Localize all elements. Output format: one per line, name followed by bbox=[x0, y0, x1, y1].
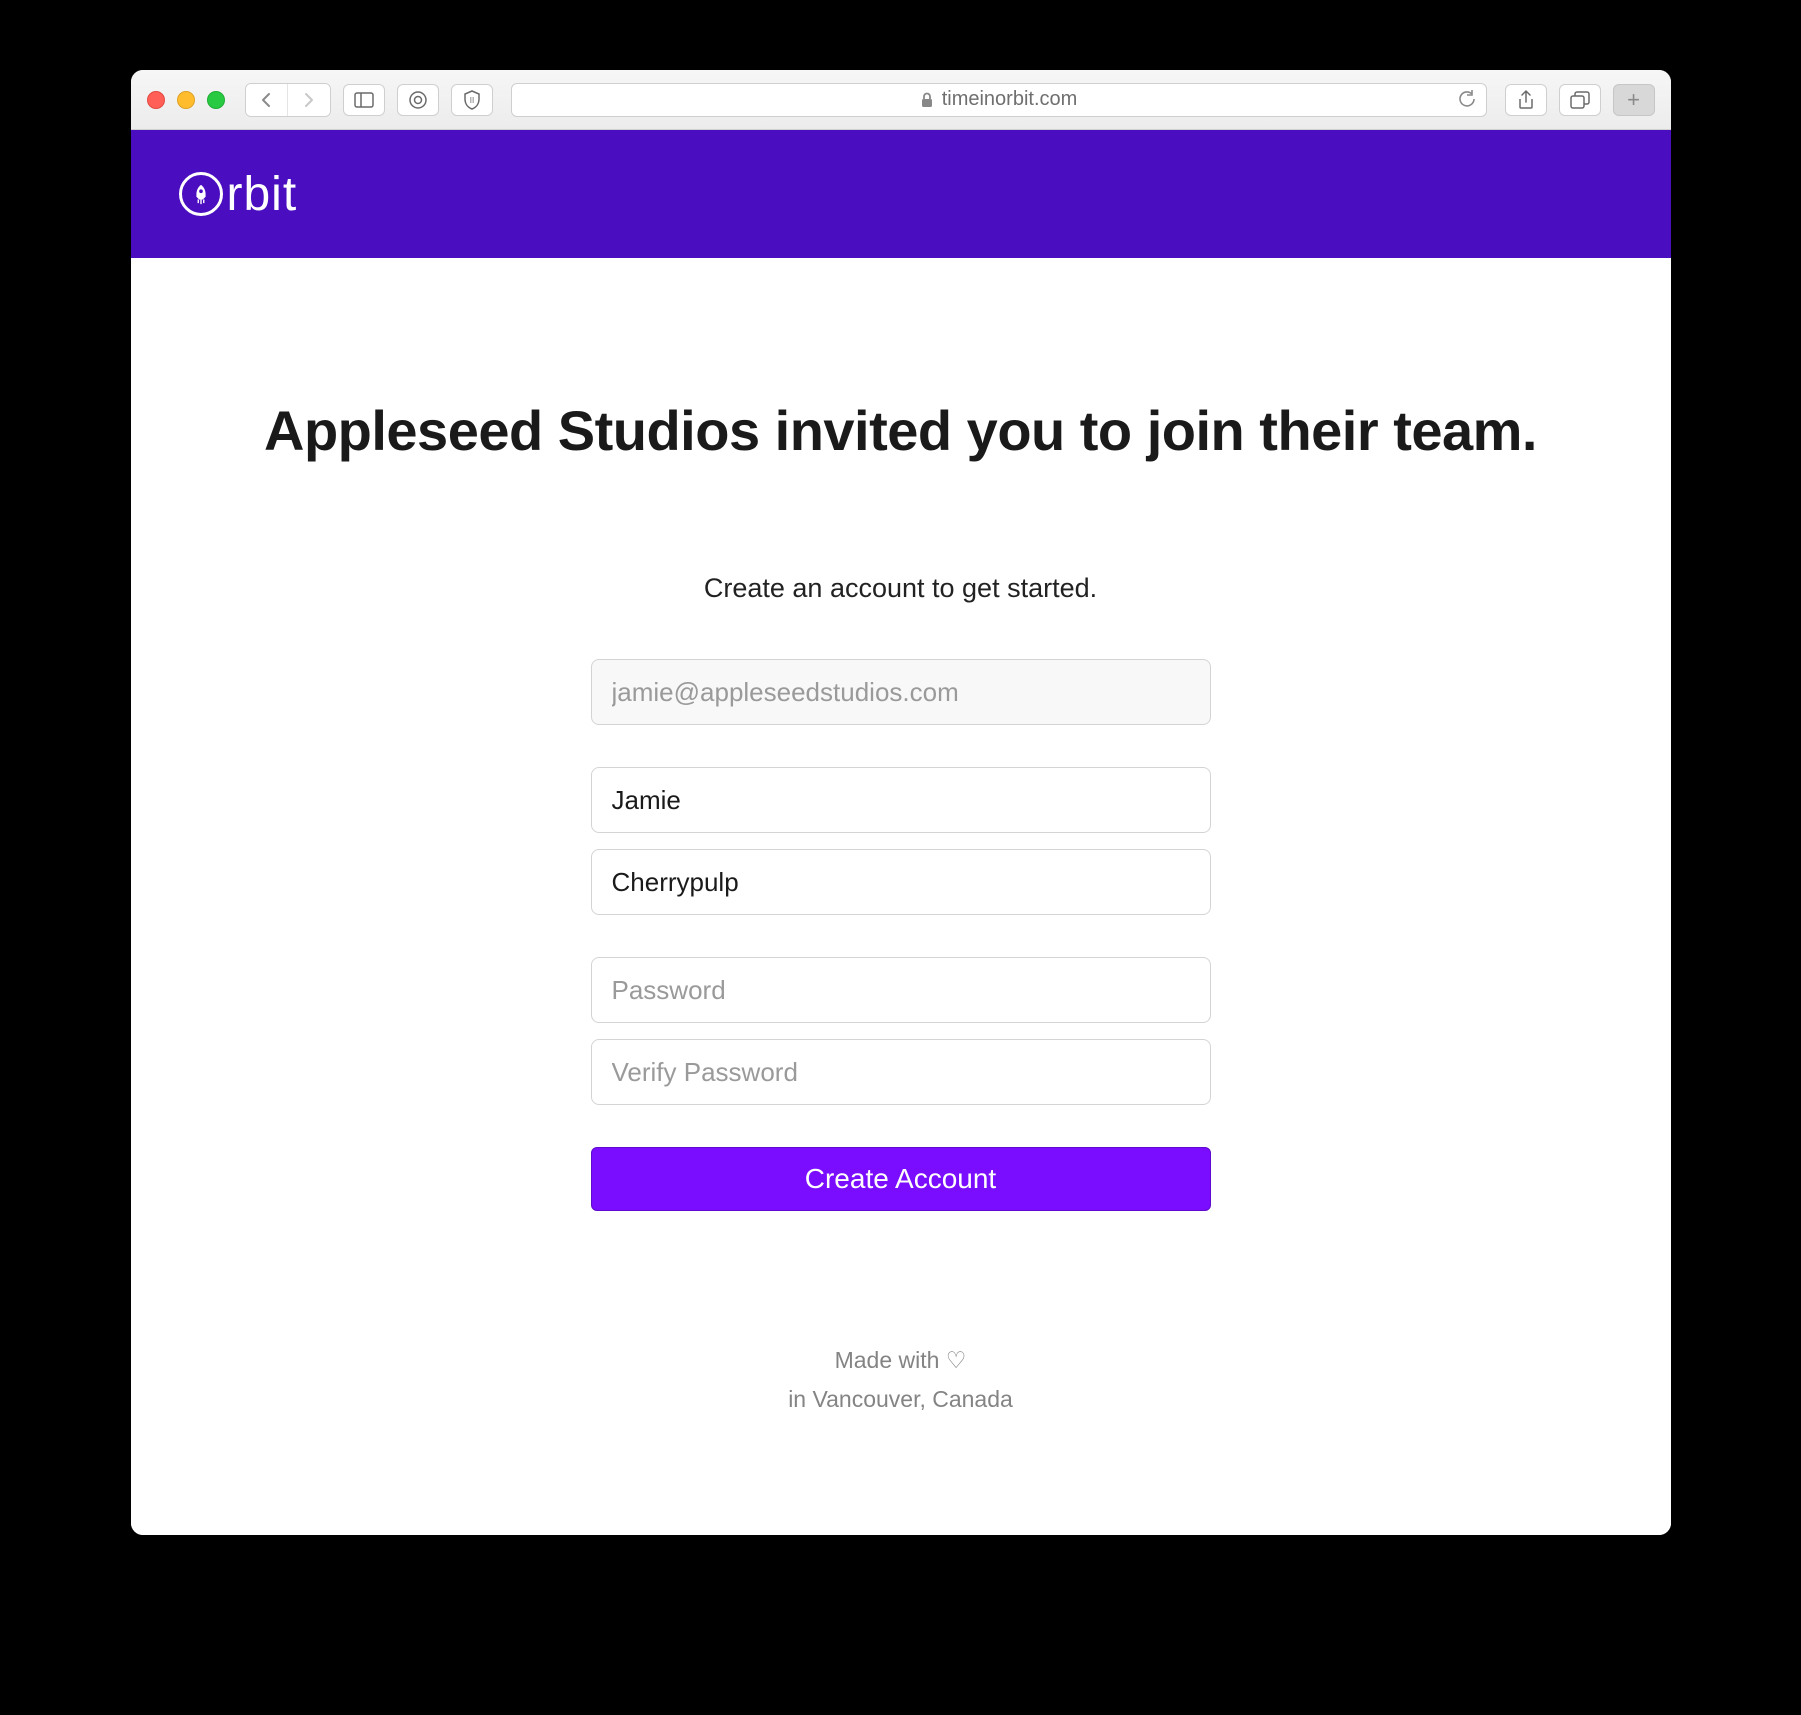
verify-password-field[interactable] bbox=[591, 1039, 1211, 1105]
forward-button[interactable] bbox=[288, 84, 330, 116]
browser-window: II timeinorbit.com + bbox=[131, 70, 1671, 1535]
page-headline: Appleseed Studios invited you to join th… bbox=[211, 398, 1591, 463]
privacy-report-button[interactable] bbox=[397, 84, 439, 116]
footer-line-1: Made with ♡ bbox=[211, 1341, 1591, 1380]
email-group bbox=[591, 659, 1211, 725]
main-content: Appleseed Studios invited you to join th… bbox=[131, 258, 1671, 1535]
share-button[interactable] bbox=[1505, 84, 1547, 116]
traffic-lights bbox=[147, 91, 225, 109]
window-maximize-button[interactable] bbox=[207, 91, 225, 109]
back-button[interactable] bbox=[246, 84, 288, 116]
tabs-button[interactable] bbox=[1559, 84, 1601, 116]
last-name-field[interactable] bbox=[591, 849, 1211, 915]
address-content: timeinorbit.com bbox=[920, 88, 1078, 111]
svg-text:II: II bbox=[469, 96, 473, 105]
footer-line-2: in Vancouver, Canada bbox=[211, 1380, 1591, 1419]
email-field bbox=[591, 659, 1211, 725]
address-bar[interactable]: timeinorbit.com bbox=[511, 83, 1487, 117]
page-content: rbit Appleseed Studios invited you to jo… bbox=[131, 130, 1671, 1535]
reload-button[interactable] bbox=[1458, 90, 1476, 110]
brand-logo[interactable]: rbit bbox=[179, 167, 298, 222]
window-close-button[interactable] bbox=[147, 91, 165, 109]
create-account-button[interactable]: Create Account bbox=[591, 1147, 1211, 1211]
sidebar-toggle-button[interactable] bbox=[343, 84, 385, 116]
page-subtitle: Create an account to get started. bbox=[211, 573, 1591, 604]
window-minimize-button[interactable] bbox=[177, 91, 195, 109]
signup-form: Create Account bbox=[591, 659, 1211, 1211]
password-group bbox=[591, 957, 1211, 1105]
brand-name: rbit bbox=[227, 167, 298, 222]
page-footer: Made with ♡ in Vancouver, Canada bbox=[211, 1211, 1591, 1475]
app-header: rbit bbox=[131, 130, 1671, 258]
navigation-buttons bbox=[245, 83, 331, 117]
address-domain: timeinorbit.com bbox=[942, 88, 1078, 111]
new-tab-button[interactable]: + bbox=[1613, 84, 1655, 116]
rocket-icon bbox=[179, 172, 223, 216]
browser-toolbar: II timeinorbit.com + bbox=[131, 70, 1671, 130]
password-field[interactable] bbox=[591, 957, 1211, 1023]
lock-icon bbox=[920, 92, 934, 108]
first-name-field[interactable] bbox=[591, 767, 1211, 833]
tracking-shield-button[interactable]: II bbox=[451, 84, 493, 116]
name-group bbox=[591, 767, 1211, 915]
